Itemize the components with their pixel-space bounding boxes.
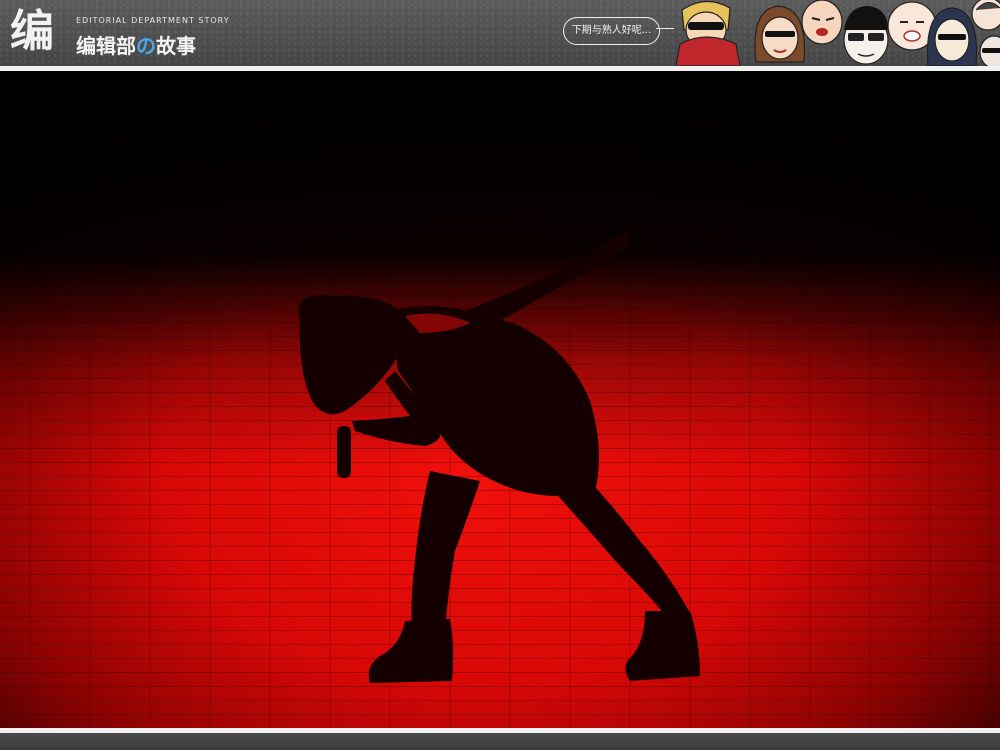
logo-title-part2: 故事 xyxy=(156,34,196,58)
speech-bubble-tail xyxy=(656,28,674,29)
site-logo[interactable]: 编 EDITORIAL DEPARTMENT STORY 编辑部の故事 xyxy=(10,6,229,60)
character-faces-strip xyxy=(675,0,1000,69)
stage-performer-icon xyxy=(0,71,1000,728)
character-face-6 xyxy=(926,7,978,67)
character-face-2 xyxy=(754,5,806,63)
character-face-1 xyxy=(675,0,741,67)
character-face-3 xyxy=(801,0,843,45)
site-footer xyxy=(0,733,1000,750)
logo-title-no: の xyxy=(136,34,156,58)
logo-title-part1: 编辑部 xyxy=(76,34,136,58)
site-header: 编 EDITORIAL DEPARTMENT STORY 编辑部の故事 下期与熟… xyxy=(0,0,1000,69)
logo-subtitle: EDITORIAL DEPARTMENT STORY xyxy=(76,16,230,25)
page: 编 EDITORIAL DEPARTMENT STORY 编辑部の故事 下期与熟… xyxy=(0,0,1000,750)
logo-title: 编辑部の故事 xyxy=(76,30,196,59)
character-faces-icon xyxy=(675,0,1000,69)
stage-performer-photo xyxy=(0,71,1000,728)
speech-bubble: 下期与熟人好呢... xyxy=(563,17,660,45)
logo-mark: 编 xyxy=(10,6,54,57)
character-face-4 xyxy=(843,6,889,65)
